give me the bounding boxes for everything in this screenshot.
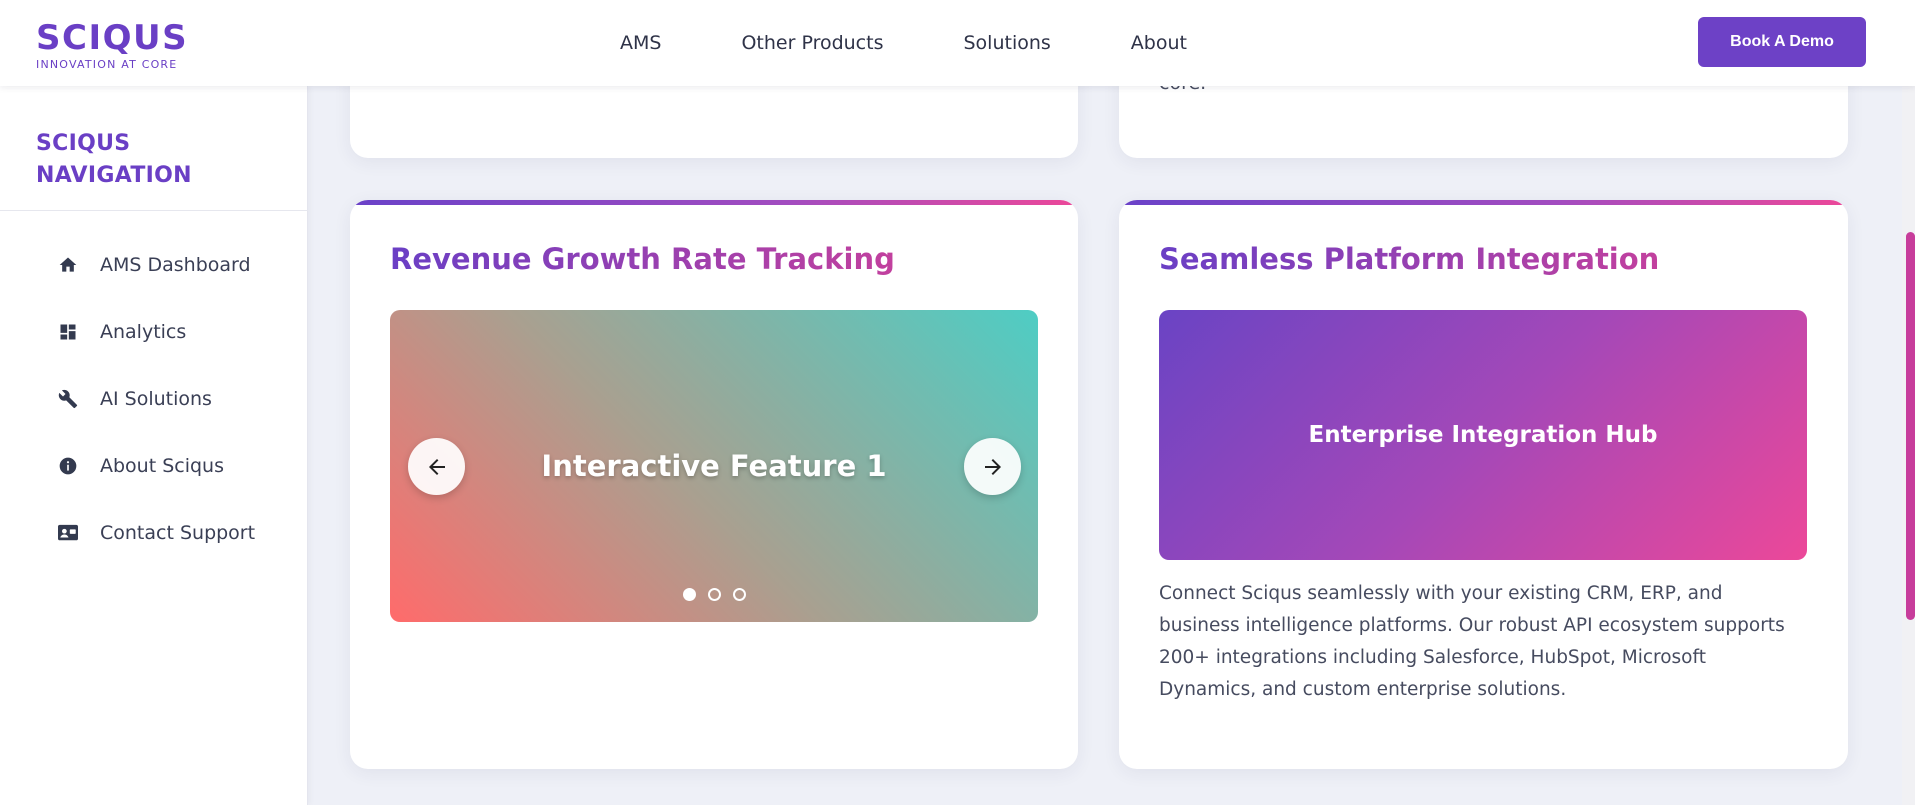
nav-link-about[interactable]: About xyxy=(1131,32,1187,54)
nav-link-other-products[interactable]: Other Products xyxy=(741,32,883,54)
carousel-next-button[interactable] xyxy=(964,438,1021,495)
sidebar-menu: AMS Dashboard Analytics AI Solutions Abo… xyxy=(0,231,308,566)
nav-link-ams[interactable]: AMS xyxy=(620,32,661,54)
top-navbar: SCIQUS INNOVATION AT CORE AMS Other Prod… xyxy=(0,0,1915,86)
dashboard-grid-icon xyxy=(56,320,80,344)
card-accent-bar xyxy=(350,200,1078,205)
home-icon xyxy=(56,253,80,277)
sidebar-divider xyxy=(0,210,308,211)
sidebar-title: SCIQUS NAVIGATION xyxy=(36,131,192,188)
carousel-prev-button[interactable] xyxy=(408,438,465,495)
sidebar-item-ams-dashboard[interactable]: AMS Dashboard xyxy=(0,231,308,298)
carousel-dot-2[interactable] xyxy=(707,588,721,601)
card-description: Connect Sciqus seamlessly with your exis… xyxy=(1159,583,1785,700)
arrow-left-icon xyxy=(428,458,445,475)
page-scrollbar-thumb[interactable] xyxy=(1906,232,1915,620)
arrow-right-icon xyxy=(984,458,1001,475)
sidebar-item-label: AMS Dashboard xyxy=(100,253,251,276)
carousel-dot-3[interactable] xyxy=(732,588,746,601)
sidebar-item-label: Analytics xyxy=(100,320,187,343)
book-demo-button[interactable]: Book A Demo xyxy=(1698,17,1866,67)
card-accent-bar xyxy=(1119,200,1848,205)
sidebar-item-analytics[interactable]: Analytics xyxy=(0,298,308,365)
carousel-dot-1[interactable] xyxy=(682,588,696,601)
sidebar-item-label: Contact Support xyxy=(100,521,256,544)
logo[interactable]: SCIQUS INNOVATION AT CORE xyxy=(36,20,188,71)
card-heading: Seamless Platform Integration xyxy=(1159,242,1660,276)
nav-link-solutions[interactable]: Solutions xyxy=(963,32,1050,54)
card-heading: Revenue Growth Rate Tracking xyxy=(390,242,895,276)
sidebar-item-about-sciqus[interactable]: About Sciqus xyxy=(0,432,308,499)
sidebar-item-label: AI Solutions xyxy=(100,387,212,410)
sidebar-item-ai-solutions[interactable]: AI Solutions xyxy=(0,365,308,432)
logo-name: SCIQUS xyxy=(36,18,189,58)
integration-hub-banner: Enterprise Integration Hub xyxy=(1159,310,1807,560)
sidebar-item-label: About Sciqus xyxy=(100,454,225,477)
revenue-growth-card: Revenue Growth Rate Tracking Interactive… xyxy=(350,200,1078,769)
carousel-dots xyxy=(390,588,1038,601)
sidebar: SCIQUS NAVIGATION AMS Dashboard Analytic… xyxy=(0,86,308,805)
sidebar-item-contact-support[interactable]: Contact Support xyxy=(0,499,308,566)
integration-hub-label: Enterprise Integration Hub xyxy=(1308,422,1658,448)
feature-carousel: Interactive Feature 1 xyxy=(390,310,1038,622)
main-nav: AMS Other Products Solutions About xyxy=(620,0,1187,86)
logo-tagline: INNOVATION AT CORE xyxy=(36,58,178,71)
info-icon xyxy=(56,454,80,478)
platform-integration-card: Seamless Platform Integration Enterprise… xyxy=(1119,200,1848,769)
carousel-slide-title: Interactive Feature 1 xyxy=(541,449,887,483)
wrench-icon xyxy=(56,387,80,411)
contact-card-icon xyxy=(56,521,80,545)
